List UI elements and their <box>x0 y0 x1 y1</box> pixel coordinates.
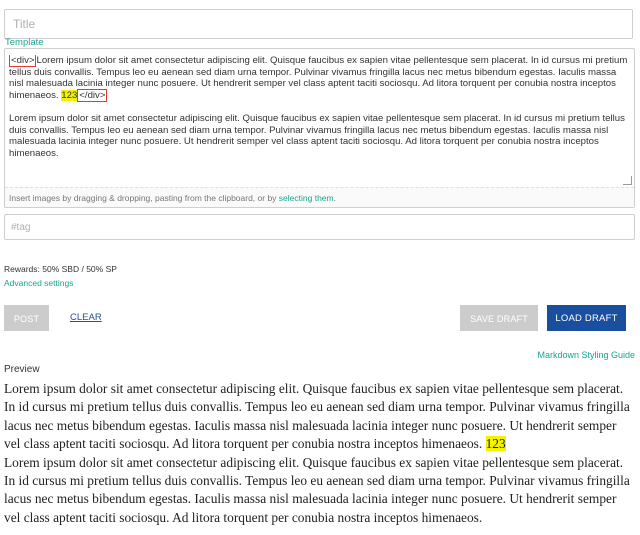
save-draft-button[interactable]: SAVE DRAFT <box>460 305 538 331</box>
select-images-link[interactable]: selecting them <box>279 193 334 203</box>
template-link[interactable]: Template <box>5 37 44 48</box>
editor-text[interactable]: <div> Lorem ipsum dolor sit amet consecte… <box>9 55 630 187</box>
preview-highlight-123: 123 <box>485 436 506 452</box>
preview-paragraph-1: Lorem ipsum dolor sit amet consectetur a… <box>4 381 630 452</box>
rewards-text: Rewards: 50% SBD / 50% SP <box>4 264 117 274</box>
preview-heading: Preview <box>4 364 40 375</box>
markdown-guide-link[interactable]: Markdown Styling Guide <box>537 350 635 360</box>
image-insert-hint: Insert images by dragging & dropping, pa… <box>5 187 634 207</box>
preview-paragraph-2: Lorem ipsum dolor sit amet consectetur a… <box>4 454 630 525</box>
load-draft-button[interactable]: LOAD DRAFT <box>547 305 626 331</box>
clear-button[interactable]: CLEAR <box>70 312 102 323</box>
tag-input[interactable] <box>4 214 635 240</box>
editor-paragraph-1: <div> Lorem ipsum dolor sit amet consecte… <box>9 55 630 102</box>
body-editor[interactable]: <div> Lorem ipsum dolor sit amet consecte… <box>4 48 635 208</box>
editor-paragraph-2: Lorem ipsum dolor sit amet consectetur a… <box>9 112 625 159</box>
div-open-tag: <div> <box>9 55 37 67</box>
post-button[interactable]: POST <box>4 305 49 331</box>
title-input[interactable] <box>4 9 633 39</box>
editor-highlight-123: 123 <box>61 89 78 101</box>
preview-body: Lorem ipsum dolor sit amet consectetur a… <box>4 380 636 527</box>
div-close-tag: </div> <box>77 88 108 102</box>
resize-handle-icon[interactable] <box>623 176 632 185</box>
advanced-settings-link[interactable]: Advanced settings <box>4 278 73 288</box>
